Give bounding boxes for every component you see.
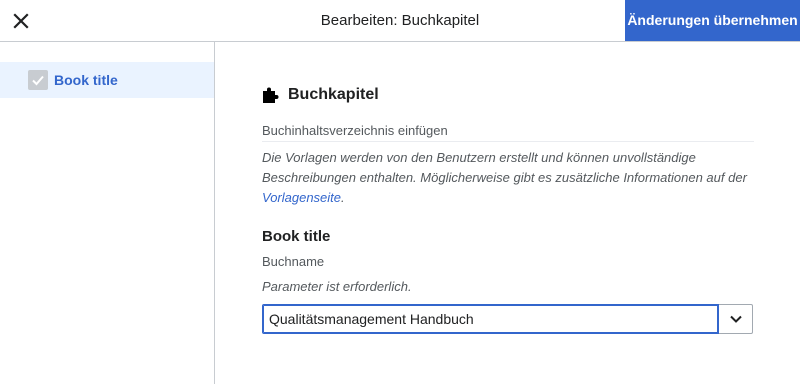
template-header: Buchkapitel bbox=[262, 84, 379, 106]
parameter-sidebar: Book title bbox=[0, 42, 215, 384]
puzzle-icon bbox=[263, 87, 279, 103]
book-title-input[interactable] bbox=[262, 304, 719, 334]
parameter-required-note: Parameter ist erforderlich. bbox=[262, 279, 412, 294]
template-note-text: Die Vorlagen werden von den Benutzern er… bbox=[262, 150, 747, 185]
template-name: Buchkapitel bbox=[288, 86, 379, 103]
parameter-description: Buchname bbox=[262, 254, 325, 269]
template-page-link[interactable]: Vorlagenseite bbox=[262, 190, 341, 205]
template-note: Die Vorlagen werden von den Benutzern er… bbox=[262, 148, 754, 208]
template-dialog: Bearbeiten: Buchkapitel Änderungen übern… bbox=[0, 0, 800, 384]
parameter-label: Book title bbox=[262, 228, 331, 245]
sidebar-item-label: Book title bbox=[54, 72, 118, 88]
chevron-down-icon bbox=[729, 315, 742, 323]
parameter-combobox bbox=[262, 304, 753, 334]
template-description: Buchinhaltsverzeichnis einfügen bbox=[262, 120, 754, 142]
sidebar-item-book-title[interactable]: Book title bbox=[0, 62, 214, 98]
parameter-checkbox[interactable] bbox=[28, 70, 48, 90]
dialog-title: Bearbeiten: Buchkapitel bbox=[320, 12, 480, 29]
close-button[interactable] bbox=[0, 0, 42, 41]
template-note-end: . bbox=[341, 190, 345, 205]
close-icon bbox=[13, 12, 29, 29]
check-icon bbox=[32, 75, 44, 86]
dropdown-button[interactable] bbox=[719, 304, 753, 334]
main-panel: Buchkapitel Buchinhaltsverzeichnis einfü… bbox=[216, 42, 800, 384]
dialog-header: Bearbeiten: Buchkapitel Änderungen übern… bbox=[0, 0, 800, 42]
apply-changes-button[interactable]: Änderungen übernehmen bbox=[625, 0, 800, 41]
